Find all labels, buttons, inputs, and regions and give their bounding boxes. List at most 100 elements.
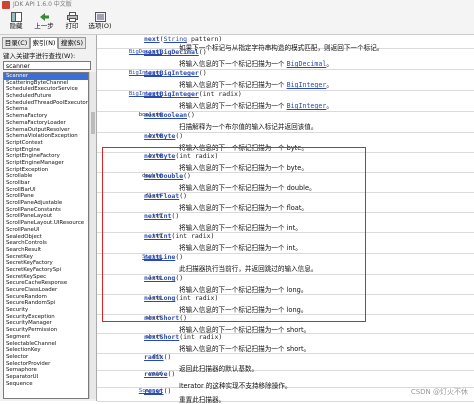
- index-list-item[interactable]: ScriptEngine: [4, 147, 88, 154]
- index-list-item[interactable]: ScheduledExecutorService: [4, 86, 88, 93]
- index-list[interactable]: Scanner ScatteringByteChannel ScheduledExe…: [3, 72, 89, 399]
- index-list-item[interactable]: Scanner: [4, 73, 88, 80]
- index-scrollbar[interactable]: [89, 72, 96, 399]
- method-name-link[interactable]: nextDouble: [144, 172, 183, 180]
- index-list-item[interactable]: ScrollBarUI: [4, 187, 88, 194]
- index-list-item[interactable]: SelectableChannel: [4, 341, 88, 348]
- index-list-item[interactable]: Scrollbar: [4, 180, 88, 187]
- description-type-link[interactable]: BigDecimal: [287, 60, 327, 68]
- index-list-item[interactable]: SealedObject: [4, 234, 88, 241]
- index-list-item[interactable]: SchemaFactoryLoader: [4, 120, 88, 127]
- method-name-link[interactable]: nextBoolean: [144, 111, 187, 119]
- window-title: JDK API 1.6.0 中文版: [13, 1, 72, 8]
- index-list-item[interactable]: SecretKeyFactorySpi: [4, 267, 88, 274]
- description-type-link[interactable]: BigInteger: [287, 102, 327, 110]
- index-list-item[interactable]: SchemaViolationException: [4, 133, 88, 140]
- back-button[interactable]: 上一步: [31, 11, 57, 33]
- index-list-item[interactable]: SecureRandomSpi: [4, 300, 88, 307]
- index-list-item[interactable]: ScriptException: [4, 167, 88, 174]
- description-type-link[interactable]: BigInteger: [287, 81, 327, 89]
- index-list-item[interactable]: ScatteringByteChannel: [4, 80, 88, 87]
- method-signature: nextDouble(): [144, 172, 191, 180]
- print-icon: [66, 12, 78, 22]
- method-description: 将输入信息的下一个标记扫描为一个 long。: [179, 304, 307, 314]
- index-search-input[interactable]: scanner: [3, 61, 91, 70]
- index-list-item[interactable]: SecretKeyFactory: [4, 260, 88, 267]
- index-list-item[interactable]: SearchControls: [4, 240, 88, 247]
- print-button[interactable]: 打印: [59, 11, 85, 33]
- index-list-item[interactable]: SecretKeySpec: [4, 274, 88, 281]
- index-list-item[interactable]: ScriptEngineFactory: [4, 153, 88, 160]
- method-name-link[interactable]: radix: [144, 353, 164, 361]
- method-name-link[interactable]: nextByte: [144, 132, 175, 140]
- index-list-item[interactable]: ScheduledThreadPoolExecutor: [4, 100, 88, 107]
- index-list-item[interactable]: ScriptEngineManager: [4, 160, 88, 167]
- index-list-item[interactable]: ScheduledFuture: [4, 93, 88, 100]
- description-end: 。: [326, 102, 333, 110]
- tab-index[interactable]: 索引(N): [30, 37, 58, 49]
- tab-contents[interactable]: 目录(C): [2, 37, 30, 49]
- method-name-link[interactable]: nextBigInteger: [144, 69, 199, 77]
- method-name-link[interactable]: nextBigInteger: [144, 90, 199, 98]
- index-list-item[interactable]: SelectorProvider: [4, 361, 88, 368]
- options-label: 选项(O): [88, 22, 112, 30]
- description-text: 将输入信息的下一个标记扫描为一个 long。: [179, 306, 308, 314]
- method-name-link[interactable]: reset: [144, 387, 164, 395]
- method-signature: nextShort(int radix): [144, 333, 222, 341]
- index-list-item[interactable]: Schema: [4, 106, 88, 113]
- index-list-item[interactable]: SeparatorUI: [4, 374, 88, 381]
- index-list-item[interactable]: Scrollable: [4, 173, 88, 180]
- description-end: 。: [326, 81, 333, 89]
- method-description: 将输入信息的下一个标记扫描为一个 int。: [179, 222, 302, 232]
- index-list-item[interactable]: SelectionKey: [4, 347, 88, 354]
- index-list-item[interactable]: ScrollPaneLayout: [4, 213, 88, 220]
- index-list-item[interactable]: Selector: [4, 354, 88, 361]
- method-name-link[interactable]: nextLong: [144, 294, 175, 302]
- method-name-link[interactable]: nextLong: [144, 274, 175, 282]
- method-name-link[interactable]: nextInt: [144, 212, 171, 220]
- method-name-link[interactable]: nextLine: [144, 253, 175, 261]
- index-list-item[interactable]: SecurityException: [4, 314, 88, 321]
- index-list-item[interactable]: ScrollPane: [4, 193, 88, 200]
- index-list-item[interactable]: SecureCacheResponse: [4, 280, 88, 287]
- index-list-item[interactable]: ScrollPaneLayout.UIResource: [4, 220, 88, 227]
- hide-button[interactable]: 隐藏: [3, 11, 29, 33]
- method-params: (): [163, 387, 172, 395]
- hide-label: 隐藏: [9, 22, 23, 30]
- method-description: 将输入信息的下一个标记扫描为一个 long。: [179, 284, 307, 294]
- index-list-item[interactable]: Segment: [4, 334, 88, 341]
- index-list-item[interactable]: SecurityManager: [4, 320, 88, 327]
- index-list-item[interactable]: SecurityPermission: [4, 327, 88, 334]
- method-name-link[interactable]: nextBigDecimal: [144, 48, 199, 56]
- index-list-item[interactable]: SearchResult: [4, 247, 88, 254]
- index-list-item[interactable]: ScrollPaneUI: [4, 227, 88, 234]
- method-signature: nextFloat(): [144, 192, 187, 200]
- index-list-item[interactable]: Semaphore: [4, 367, 88, 374]
- index-list-item[interactable]: Security: [4, 307, 88, 314]
- method-name-link[interactable]: nextByte: [144, 152, 175, 160]
- method-name-link[interactable]: nextShort: [144, 314, 179, 322]
- description-end: 。: [326, 60, 333, 68]
- method-name-link[interactable]: remove: [144, 370, 167, 378]
- method-row: long nextLong(int radix) 将输入信息的下一个标记扫描为一个 …: [97, 294, 474, 315]
- method-name-link[interactable]: next: [144, 35, 160, 43]
- index-list-item[interactable]: SecureClassLoader: [4, 287, 88, 294]
- index-list-item[interactable]: SecretKey: [4, 254, 88, 261]
- index-list-item[interactable]: SchemaOutputResolver: [4, 127, 88, 134]
- method-signature: nextBoolean(): [144, 111, 195, 119]
- method-description: 将输入信息的下一个标记扫描为一个 BigDecimal。: [179, 58, 333, 68]
- index-list-item[interactable]: SecureRandom: [4, 294, 88, 301]
- scrollbar-thumb[interactable]: [91, 112, 95, 134]
- tab-search[interactable]: 搜索(S): [58, 37, 86, 49]
- method-name-link[interactable]: nextInt: [144, 232, 171, 240]
- method-description: 扫描解释为一个布尔值的输入标记并返回该值。: [179, 121, 317, 131]
- index-list-item[interactable]: ScrollPaneAdjustable: [4, 200, 88, 207]
- index-list-item[interactable]: ScriptContext: [4, 140, 88, 147]
- method-name-link[interactable]: nextShort: [144, 333, 179, 341]
- options-button[interactable]: 选项(O): [87, 11, 113, 33]
- method-description: 将输入信息的下一个标记扫描为一个 byte。: [179, 162, 308, 172]
- index-list-item[interactable]: Sequence: [4, 381, 88, 388]
- method-name-link[interactable]: nextFloat: [144, 192, 179, 200]
- index-list-item[interactable]: SchemaFactory: [4, 113, 88, 120]
- index-list-item[interactable]: ScrollPaneConstants: [4, 207, 88, 214]
